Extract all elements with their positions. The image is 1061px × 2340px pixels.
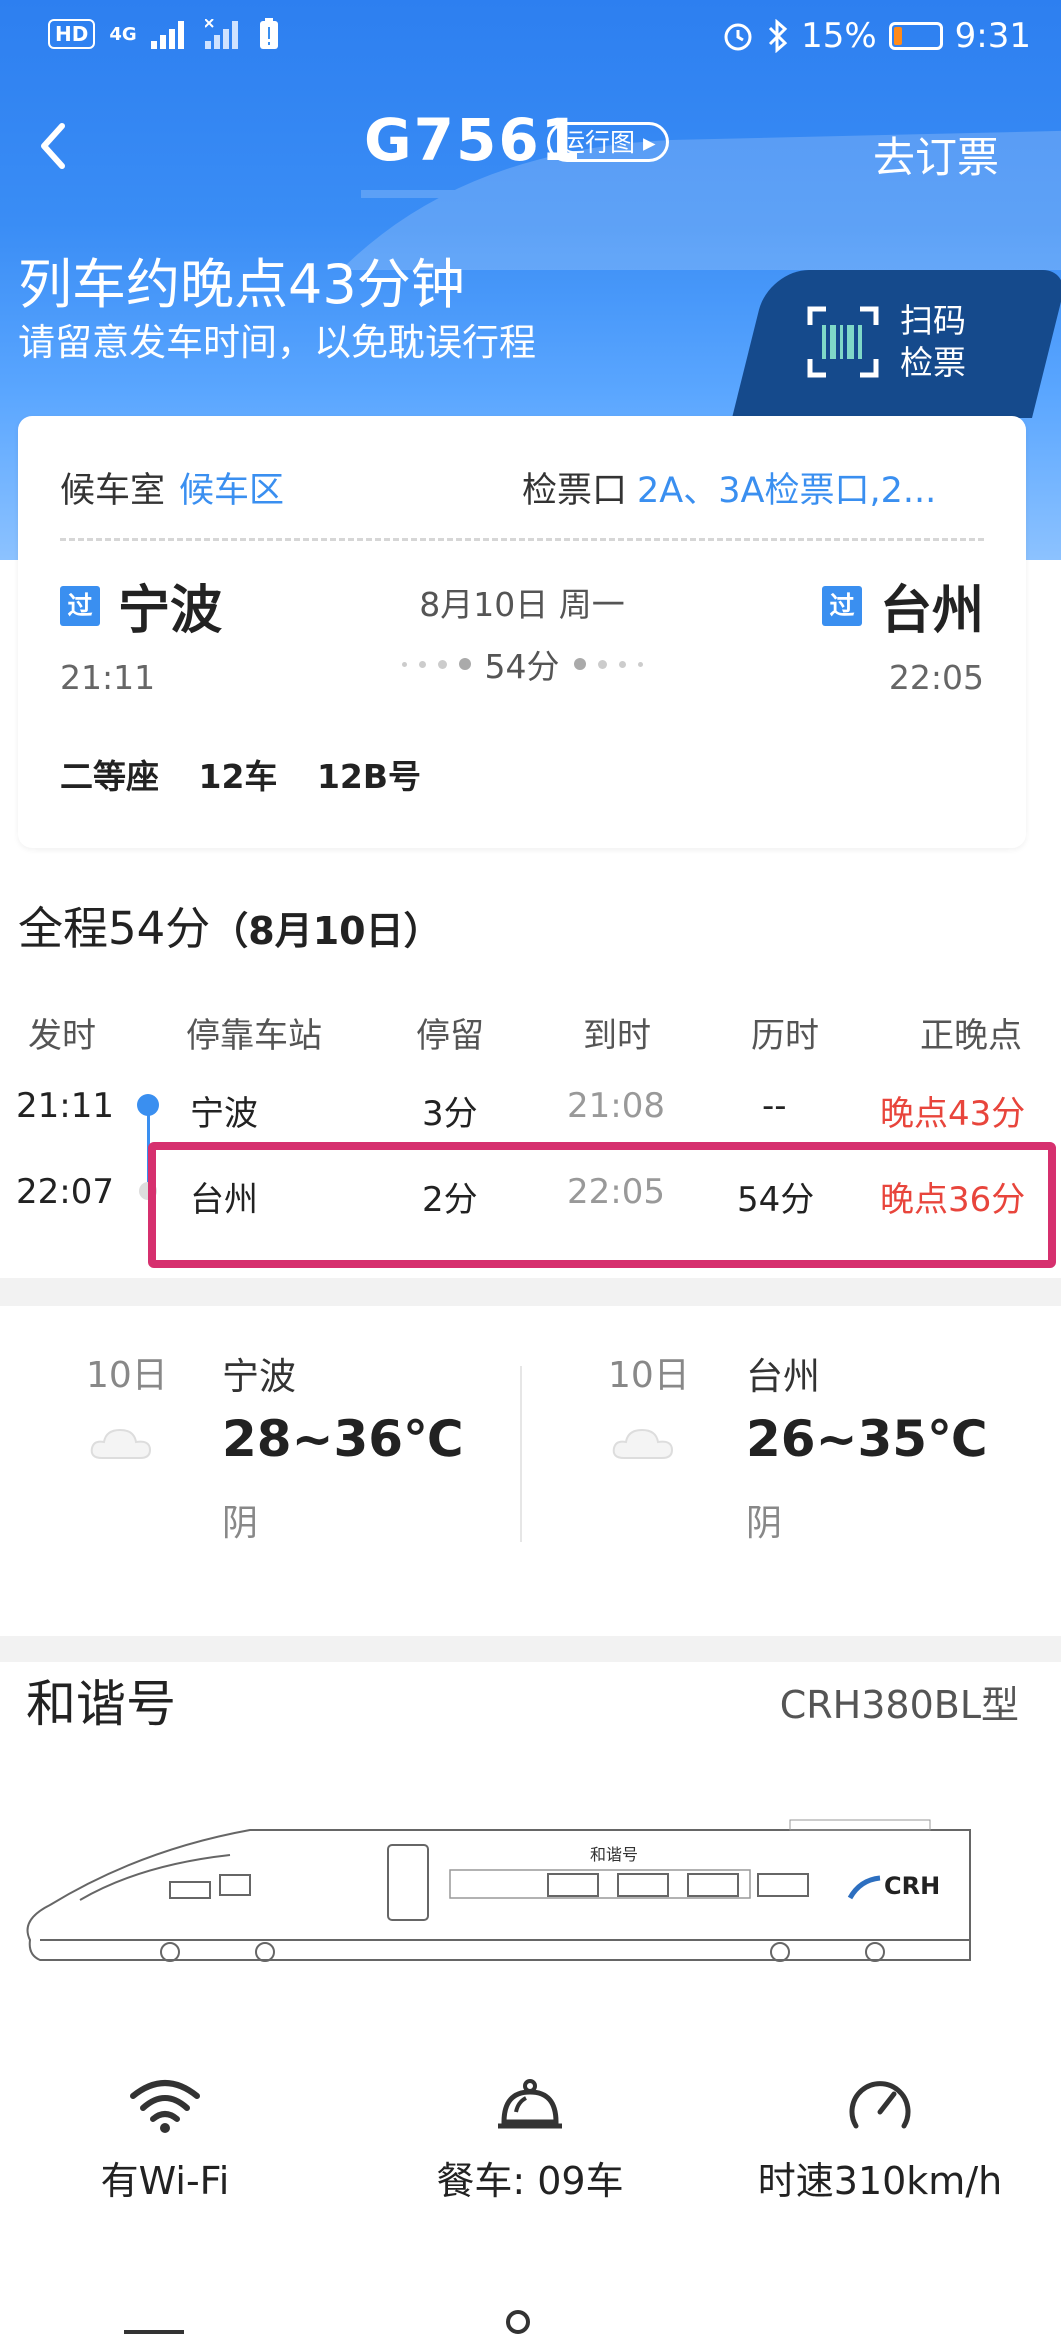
hd-icon: HD bbox=[48, 19, 96, 49]
col-station: 停靠车站 bbox=[186, 1016, 322, 1056]
feature-speed-label: 时速310km/h bbox=[757, 2159, 1003, 2203]
seat-info: 二等座 12车 12B号 bbox=[60, 750, 449, 798]
row1-stop: 3分 bbox=[422, 1094, 478, 1134]
alarm-icon bbox=[724, 23, 752, 51]
train-illustration: 和谐号 CRH bbox=[26, 1819, 971, 1962]
more-features-row bbox=[0, 2310, 1061, 2340]
from-time: 21:11 bbox=[60, 658, 156, 697]
weather-day-left: 10日 bbox=[86, 1355, 168, 1396]
run-map-label: 运行图 bbox=[560, 128, 636, 157]
col-stop: 停留 bbox=[416, 1016, 484, 1056]
status-bar: HD 4G 15% 9:31 bbox=[0, 0, 1061, 78]
weather-divider bbox=[520, 1366, 522, 1542]
ticket-gate: 检票口 2A、3A检票口,2... bbox=[522, 462, 936, 513]
bluetooth-icon bbox=[769, 19, 788, 53]
row1-arrive: 21:08 bbox=[567, 1086, 665, 1126]
back-arrow-icon[interactable] bbox=[26, 116, 86, 176]
cloud-icon bbox=[90, 1428, 152, 1459]
cloud-icon bbox=[612, 1428, 674, 1459]
feature-icon-partial bbox=[506, 2310, 530, 2334]
highlight-box bbox=[148, 1142, 1056, 1268]
scan-check-button[interactable]: 扫码 检票 bbox=[806, 300, 966, 384]
battery-icon bbox=[888, 22, 943, 50]
feature-speed: 时速310km/h bbox=[715, 2076, 1045, 2205]
run-map-button[interactable]: 运行图 ▸ bbox=[547, 122, 669, 162]
waiting-room-label: 候车室 bbox=[60, 471, 166, 511]
total-duration: 全程54分（8月10日） bbox=[18, 892, 442, 957]
divider bbox=[60, 538, 984, 541]
dining-bell-icon bbox=[498, 2079, 562, 2129]
col-elapsed: 历时 bbox=[751, 1016, 819, 1056]
weather-city-right: 台州 bbox=[746, 1355, 820, 1398]
row1-elapsed: -- bbox=[762, 1086, 787, 1126]
weather-city-left: 宁波 bbox=[222, 1355, 296, 1398]
seat-class: 二等座 bbox=[60, 757, 159, 796]
feature-wifi-label: 有Wi-Fi bbox=[100, 2159, 230, 2203]
dots-left bbox=[401, 658, 471, 670]
section-separator bbox=[0, 1278, 1061, 1306]
duration-text: 54分 bbox=[484, 647, 560, 686]
col-depart: 发时 bbox=[28, 1016, 96, 1056]
row1-station: 宁波 bbox=[190, 1094, 258, 1134]
nav-bar: G7561 运行图 ▸ 去订票 bbox=[0, 100, 1061, 200]
feature-wifi: 有Wi-Fi bbox=[0, 2076, 330, 2205]
to-time: 22:05 bbox=[888, 658, 984, 697]
travel-duration: 54分 bbox=[18, 640, 1026, 688]
battery-alert-icon bbox=[259, 18, 278, 49]
train-brand: 和谐号 bbox=[26, 1675, 176, 1733]
network-4g-icon: 4G bbox=[109, 23, 137, 45]
row1-depart: 21:11 bbox=[16, 1086, 114, 1126]
waiting-room-value[interactable]: 候车区 bbox=[179, 471, 284, 511]
train-body-brand: 和谐号 bbox=[590, 1845, 638, 1864]
row2-depart: 22:07 bbox=[16, 1172, 114, 1212]
ticket-card: 候车室 候车区 检票口 2A、3A检票口,2... 过 宁波 过 台州 8月10日 … bbox=[18, 416, 1026, 848]
seat-number: 12B号 bbox=[316, 757, 422, 796]
delay-subline: 请留意发车时间，以免耽误行程 bbox=[18, 321, 536, 364]
scan-label-line1: 扫码 bbox=[900, 301, 966, 340]
signal-x-icon bbox=[204, 19, 238, 49]
total-duration-label: 全程54分 bbox=[18, 902, 211, 955]
signal-icon bbox=[150, 21, 184, 49]
travel-date: 8月10日 周一 bbox=[419, 585, 625, 624]
col-status: 正晚点 bbox=[920, 1016, 1022, 1056]
col-arrive: 到时 bbox=[583, 1016, 651, 1056]
route-dot-start bbox=[137, 1094, 159, 1116]
dots-right bbox=[573, 658, 643, 670]
weather-desc-right: 阴 bbox=[746, 1503, 783, 1544]
delay-headline: 列车约晚点43分钟 bbox=[18, 253, 465, 316]
feature-dining-label: 餐车: 09车 bbox=[436, 2159, 624, 2203]
weather-temp-left: 28~36℃ bbox=[222, 1410, 464, 1468]
feature-icon-partial bbox=[124, 2330, 184, 2340]
speedometer-icon bbox=[849, 2081, 911, 2129]
train-model: CRH380BL型 bbox=[779, 1683, 1019, 1727]
weather-day-right: 10日 bbox=[608, 1355, 690, 1396]
weather-panel: 10日 宁波 28~36℃ 阴 10日 台州 26~35℃ 阴 bbox=[0, 1306, 1061, 1636]
wifi-icon bbox=[130, 2080, 200, 2133]
scan-label-line2: 检票 bbox=[900, 343, 966, 382]
clock: 9:31 bbox=[954, 16, 1031, 56]
row1-status: 晚点43分 bbox=[880, 1094, 1026, 1134]
ticket-gate-value[interactable]: 2A、3A检票口,2... bbox=[637, 471, 936, 511]
section-separator bbox=[0, 1636, 1061, 1662]
total-duration-date: （8月10日） bbox=[210, 909, 442, 953]
feature-dining: 餐车: 09车 bbox=[365, 2076, 695, 2205]
book-ticket-button[interactable]: 去订票 bbox=[873, 124, 999, 185]
weather-desc-left: 阴 bbox=[222, 1503, 259, 1544]
play-arrow-icon: ▸ bbox=[642, 128, 656, 157]
battery-percent: 15% bbox=[801, 16, 877, 56]
ticket-gate-label: 检票口 bbox=[522, 471, 628, 511]
waiting-room: 候车室 候车区 bbox=[60, 462, 284, 513]
weather-temp-right: 26~35℃ bbox=[746, 1410, 988, 1468]
car-number: 12车 bbox=[198, 757, 278, 796]
qr-scan-icon bbox=[807, 306, 879, 378]
crh-logo: CRH bbox=[884, 1872, 940, 1900]
